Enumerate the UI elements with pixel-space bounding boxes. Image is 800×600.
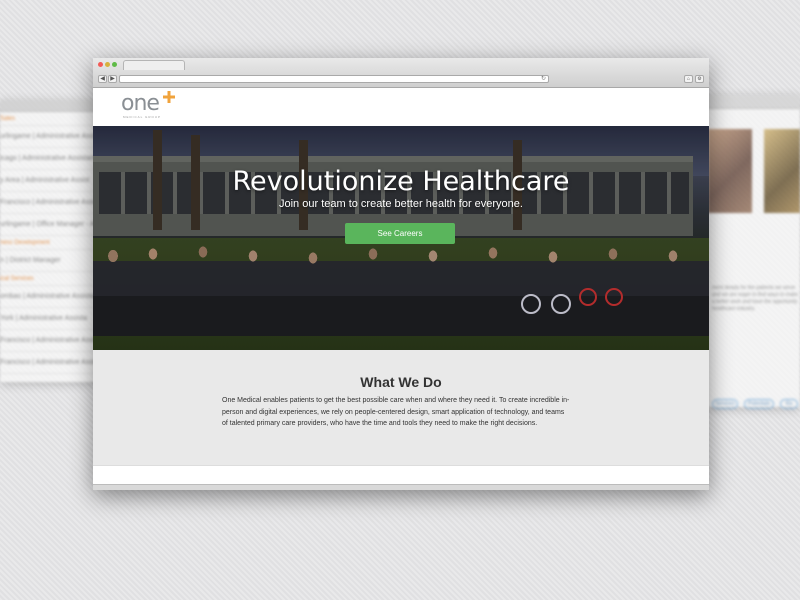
hero-banner: Revolutionize Healthcare Join our team t…	[93, 126, 709, 350]
background-photo	[764, 129, 800, 213]
background-photo	[708, 129, 752, 213]
background-pill: Ra	[780, 399, 798, 409]
gear-icon[interactable]: ⚙	[695, 75, 704, 83]
logo-wordmark: one	[121, 91, 160, 116]
maximize-window-button[interactable]	[112, 62, 117, 67]
logo-subtext: MEDICAL GROUP	[123, 115, 162, 119]
back-arrow-icon[interactable]: ◀	[98, 75, 107, 83]
hero-title: Revolutionize Healthcare	[232, 166, 570, 197]
plus-icon	[163, 91, 175, 103]
browser-tab[interactable]	[123, 60, 185, 70]
browser-window: ◀ ▶ ↻ ⌂ ⚙ one MEDICAL GROUP Revolutioniz…	[93, 58, 709, 490]
section-body: One Medical enables patients to get the …	[222, 397, 570, 427]
reload-icon[interactable]: ↻	[541, 75, 546, 82]
one-medical-logo[interactable]: one MEDICAL GROUP	[121, 91, 181, 121]
section-title: What We Do	[360, 374, 442, 390]
minimize-window-button[interactable]	[105, 62, 110, 67]
background-pill: Potentials	[744, 399, 774, 409]
background-text: ment deeply for the patients we serve an…	[712, 285, 798, 312]
what-we-do-section: What We Do One Medical enables patients …	[93, 350, 709, 465]
close-window-button[interactable]	[98, 62, 103, 67]
browser-titlebar: ◀ ▶ ↻ ⌂ ⚙	[93, 58, 709, 88]
background-window-right: ment deeply for the patients we serve an…	[706, 95, 800, 409]
browser-statusbar	[93, 484, 709, 490]
see-careers-button[interactable]: See Careers	[345, 223, 455, 244]
hero-subtitle: Join our team to create better health fo…	[279, 198, 523, 210]
web-page: one MEDICAL GROUP Revolutionize Healthca…	[93, 89, 709, 490]
background-window-toolbar	[706, 95, 800, 109]
site-header: one MEDICAL GROUP	[93, 89, 709, 126]
forward-arrow-icon[interactable]: ▶	[108, 75, 117, 83]
background-pill: Services	[712, 399, 738, 409]
address-bar[interactable]: ↻	[119, 75, 549, 83]
home-icon[interactable]: ⌂	[684, 75, 693, 83]
